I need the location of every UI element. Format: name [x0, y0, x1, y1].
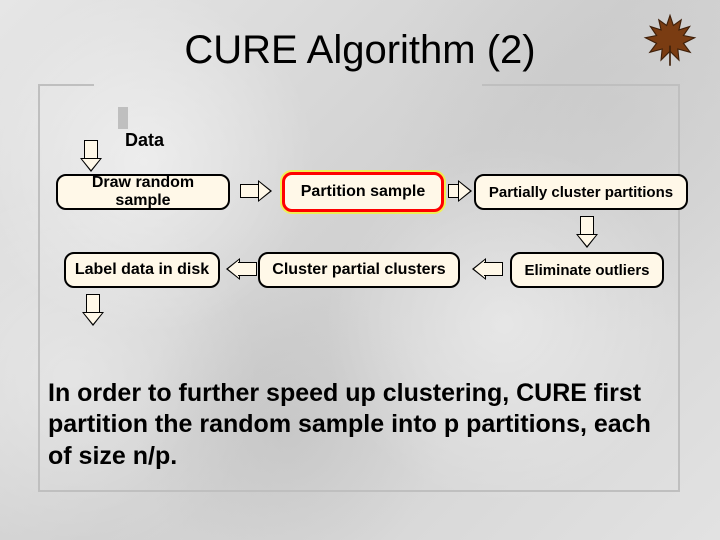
box-eliminate-outliers: Eliminate outliers	[510, 252, 664, 288]
box-partition-sample: Partition sample	[282, 172, 444, 212]
body-text: In order to further speed up clustering,…	[48, 378, 672, 472]
box-label-data-in-disk: Label data in disk	[64, 252, 220, 288]
maple-leaf-icon	[642, 12, 698, 68]
box-draw-random-sample: Draw random sample	[56, 174, 230, 210]
slide-title: CURE Algorithm (2)	[0, 28, 720, 73]
data-label: Data	[125, 130, 164, 151]
box-partially-cluster-partitions: Partially cluster partitions	[474, 174, 688, 210]
box-cluster-partial-clusters: Cluster partial clusters	[258, 252, 460, 288]
